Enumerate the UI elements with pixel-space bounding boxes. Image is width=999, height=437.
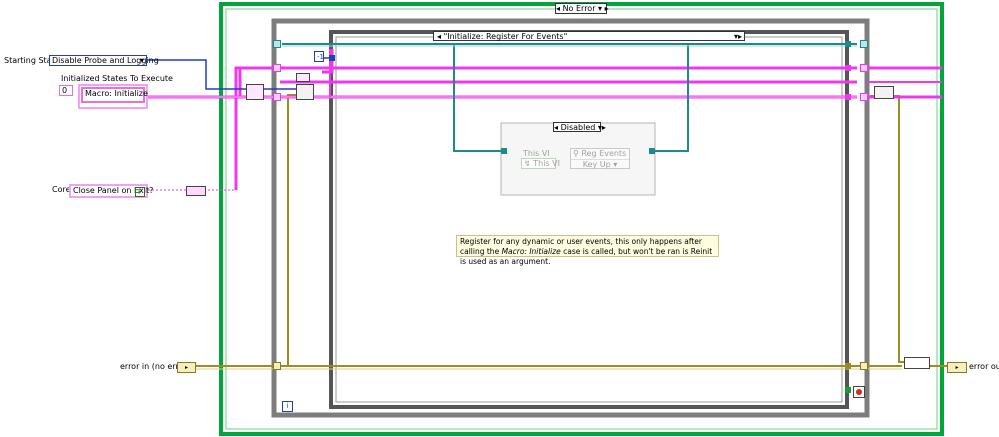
- initialized-states-label: Initialized States To Execute: [61, 74, 173, 83]
- outer-case-label: No Error: [562, 4, 596, 13]
- inner-case-tunnel-left-enum: [329, 55, 335, 61]
- shift-register-left-string-2[interactable]: [273, 93, 281, 101]
- diagram-comment: Register for any dynamic or user events,…: [456, 235, 719, 266]
- constant-minus-one[interactable]: -1: [314, 51, 324, 62]
- disabled-dropdown-icon[interactable]: ▾▸: [598, 123, 606, 132]
- core-cluster[interactable]: Close Panel on Exit? F: [69, 184, 153, 198]
- outer-case-prev-arrow[interactable]: ◂: [556, 4, 560, 13]
- stop-terminal[interactable]: [853, 386, 865, 398]
- reg-events-dropdown-icon[interactable]: ▾: [613, 160, 617, 169]
- disabled-tunnel-out: [649, 148, 655, 154]
- reg-events-item: Key Up: [582, 160, 611, 169]
- error-out-label: error out: [969, 362, 999, 371]
- reg-events-icon: ⚲: [573, 149, 579, 158]
- reg-events-title: Reg Events: [581, 149, 627, 158]
- inner-case-prev-arrow[interactable]: ◂: [437, 32, 441, 41]
- disabled-tunnel-in: [501, 148, 507, 154]
- core-label: Core: [52, 185, 71, 194]
- register-events-node[interactable]: ⚲ Reg Events Key Up ▾: [570, 148, 630, 169]
- disabled-prev-arrow[interactable]: ◂: [554, 123, 558, 132]
- inner-case-structure: [329, 30, 849, 409]
- inner-case-tunnel-right-error: [845, 363, 851, 369]
- this-vi-label: This VI: [523, 149, 550, 158]
- starting-state-enum[interactable]: Disable Probe and Logging ▾: [49, 55, 159, 66]
- unbundle-node[interactable]: [186, 186, 206, 196]
- shift-register-left-string-1[interactable]: [273, 64, 281, 72]
- initialized-states-array[interactable]: Macro: Initialize: [78, 84, 148, 109]
- comment-macro-initialize: Macro: Initialize: [501, 247, 561, 256]
- inner-case-selector[interactable]: ◂ "Initialize: Register For Events" ▾▸: [433, 31, 745, 41]
- this-vi-reference[interactable]: ↯ This VI: [521, 158, 560, 169]
- error-out-terminal[interactable]: ▸: [947, 362, 967, 373]
- loop-iteration-label: i: [286, 402, 289, 410]
- shift-register-left-error[interactable]: [273, 362, 281, 370]
- array-element-string[interactable]: Macro: Initialize: [81, 87, 148, 103]
- disabled-label: Disabled: [560, 123, 596, 132]
- inner-case-dropdown-icon[interactable]: ▾▸: [734, 32, 742, 41]
- initialized-states-index[interactable]: 0: [59, 85, 73, 96]
- error-case-tunnel: [845, 387, 851, 393]
- outer-case-dropdown-icon[interactable]: ▾: [598, 4, 602, 13]
- array-op-node[interactable]: [296, 73, 310, 82]
- array-index-value: 0: [62, 86, 68, 95]
- init-queue-node[interactable]: [296, 84, 314, 100]
- while-loop: [271, 18, 870, 418]
- loop-iteration-terminal[interactable]: i: [282, 401, 293, 412]
- error-in-terminal[interactable]: ▸: [177, 362, 196, 373]
- inner-case-tunnel-right-string-2: [845, 94, 851, 100]
- shift-register-right-string-2[interactable]: [860, 93, 868, 101]
- disabled-selector[interactable]: ◂ Disabled ▾▸: [553, 122, 606, 132]
- inner-case-tunnel-right-ref: [845, 41, 851, 47]
- constant-minus-one-value: -1: [317, 53, 324, 61]
- this-vi-ref-text: This VI: [533, 159, 560, 168]
- outer-case-selector[interactable]: ◂ No Error ▾ ▸: [555, 3, 609, 14]
- inner-case-tunnel-right-string: [845, 65, 851, 71]
- merge-errors-node[interactable]: [904, 357, 930, 369]
- shift-register-left-ref[interactable]: [273, 40, 281, 48]
- close-panel-boolean[interactable]: F: [135, 187, 145, 197]
- stop-sign-icon: [856, 389, 862, 395]
- build-array-node[interactable]: [246, 84, 264, 100]
- shift-register-right-string-1[interactable]: [860, 64, 868, 72]
- outer-case-next-arrow[interactable]: ▸: [605, 4, 609, 13]
- chevron-down-icon[interactable]: ▾: [140, 56, 144, 66]
- release-queue-node[interactable]: [874, 86, 894, 99]
- inner-case-label: "Initialize: Register For Events": [443, 32, 568, 41]
- shift-register-right-ref[interactable]: [860, 40, 868, 48]
- shift-register-right-error[interactable]: [860, 362, 868, 370]
- vi-ref-icon: ↯: [524, 159, 531, 168]
- array-element-value: Macro: Initialize: [85, 89, 148, 98]
